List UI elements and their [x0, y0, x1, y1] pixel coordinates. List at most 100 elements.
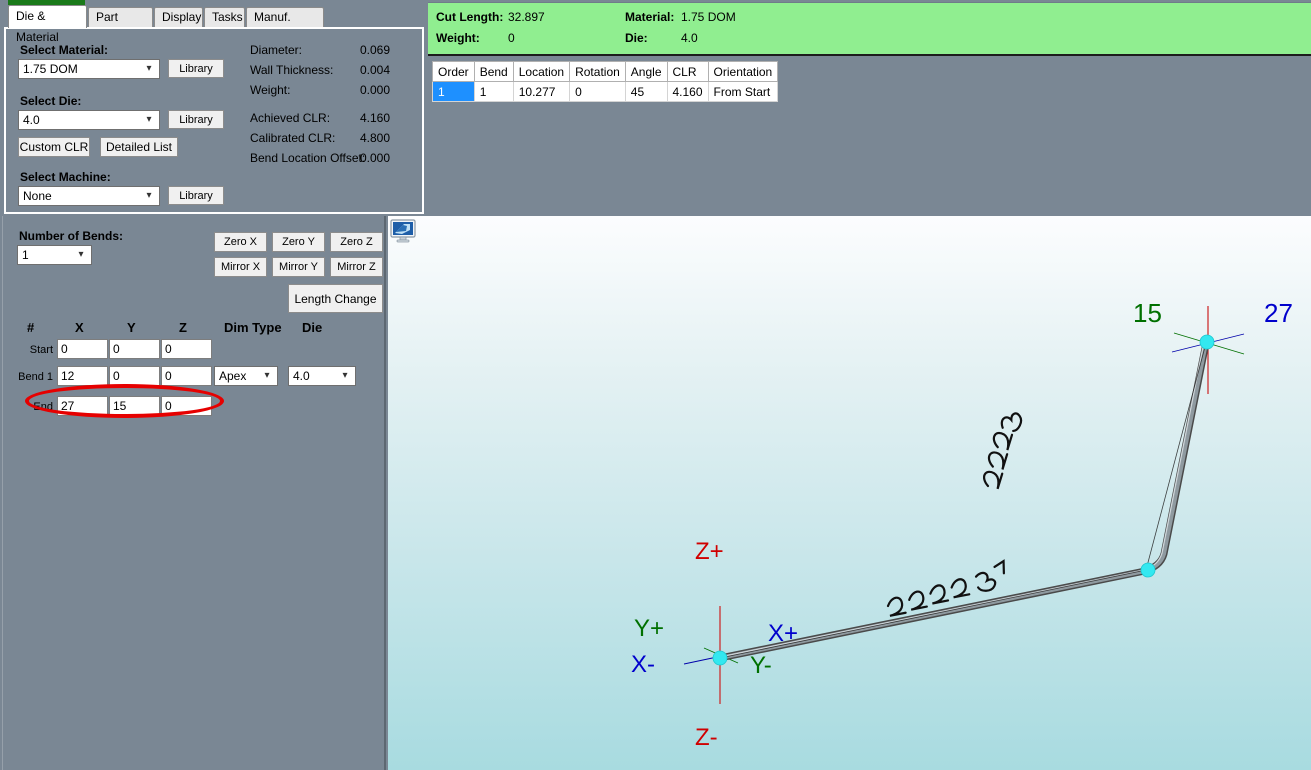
chevron-down-icon: ▾ — [342, 370, 348, 381]
material-select-value: 1.75 DOM — [23, 62, 78, 76]
axis-label-y-plus: Y+ — [634, 615, 665, 642]
zero-y-button[interactable]: Zero Y — [272, 232, 325, 252]
die-summary-label: Die: — [625, 31, 648, 45]
machine-select-value: None — [23, 189, 52, 203]
bend1-x-input[interactable] — [57, 366, 108, 386]
bend-node — [1140, 562, 1156, 578]
cell-location[interactable]: 10.277 — [512, 81, 571, 102]
bend1-dim-type-select[interactable]: Apex ▾ — [214, 366, 278, 386]
header-clr[interactable]: CLR — [666, 61, 709, 82]
cut-length-label: Cut Length: — [436, 10, 504, 24]
end-node — [1199, 334, 1215, 350]
detailed-list-button[interactable]: Detailed List — [100, 137, 178, 157]
table-row[interactable]: 1 1 10.277 0 45 4.160 From Start — [432, 81, 779, 102]
axis-label-z-plus: Z+ — [695, 538, 724, 565]
mirror-z-button[interactable]: Mirror Z — [330, 257, 383, 277]
machine-select[interactable]: None ▾ — [18, 186, 160, 206]
tube-bender-app: Die & Material Part Details Display Task… — [0, 0, 1311, 770]
header-orientation[interactable]: Orientation — [707, 61, 779, 82]
dimension-label-y: 15 — [1133, 298, 1162, 328]
tab-tasks[interactable]: Tasks — [204, 7, 245, 27]
chevron-down-icon: ▾ — [264, 370, 270, 381]
header-bend[interactable]: Bend — [473, 61, 514, 82]
start-y-input[interactable] — [109, 339, 160, 359]
row-label-end: End — [33, 401, 53, 413]
material-select[interactable]: 1.75 DOM ▾ — [18, 59, 160, 79]
chevron-down-icon: ▾ — [146, 63, 152, 74]
tab-display[interactable]: Display — [154, 7, 203, 27]
die-library-button[interactable]: Library — [168, 110, 224, 129]
bend-location-offset-label: Bend Location Offset: — [250, 151, 366, 165]
machine-library-button[interactable]: Library — [168, 186, 224, 205]
axis-label-y-minus: Y- — [750, 652, 772, 679]
start-x-input[interactable] — [57, 339, 108, 359]
header-location[interactable]: Location — [512, 61, 571, 82]
material-summary-label: Material: — [625, 10, 675, 24]
row-label-bend-1: Bend 1 — [18, 371, 53, 383]
zero-z-button[interactable]: Zero Z — [330, 232, 383, 252]
cell-clr[interactable]: 4.160 — [666, 81, 709, 102]
cell-orientation[interactable]: From Start — [707, 81, 779, 102]
material-summary-value: 1.75 DOM — [681, 10, 736, 24]
cell-order[interactable]: 1 — [432, 81, 475, 102]
tab-part-details[interactable]: Part Details — [88, 7, 153, 43]
weight-value: 0.000 — [360, 83, 391, 97]
wall-thickness-value: 0.004 — [360, 63, 391, 77]
bend1-dim-type-value: Apex — [219, 369, 247, 383]
custom-clr-button[interactable]: Custom CLR — [18, 137, 90, 157]
mirror-y-button[interactable]: Mirror Y — [272, 257, 325, 277]
number-of-bends-label: Number of Bends: — [19, 229, 124, 243]
table-header-row: Order Bend Location Rotation Angle CLR O… — [432, 61, 779, 82]
weight-summary-value: 0 — [508, 31, 515, 45]
bend1-die-value: 4.0 — [293, 369, 310, 383]
column-header-index: # — [27, 320, 35, 335]
bend-coordinates-panel: Number of Bends: 1 ▾ Zero X Zero Y Zero … — [2, 216, 386, 770]
start-z-input[interactable] — [161, 339, 212, 359]
number-of-bends-select[interactable]: 1 ▾ — [17, 245, 92, 265]
achieved-clr-label: Achieved CLR: — [250, 111, 331, 125]
row-label-start: Start — [29, 344, 53, 356]
end-z-input[interactable] — [161, 396, 212, 416]
axis-label-x-plus: X+ — [768, 620, 799, 647]
tube-3d-viewport[interactable]: Z+ Z- Y+ Y- X+ X- 15 27 — [388, 216, 1311, 770]
mirror-x-button[interactable]: Mirror X — [214, 257, 267, 277]
die-material-panel: Select Material: 1.75 DOM ▾ Library Sele… — [4, 27, 424, 214]
tube-geometry-svg — [683, 306, 1245, 704]
die-summary-value: 4.0 — [681, 31, 698, 45]
material-library-button[interactable]: Library — [168, 59, 224, 78]
column-header-z: Z — [179, 320, 187, 335]
cell-bend[interactable]: 1 — [473, 81, 514, 102]
bend1-die-select[interactable]: 4.0 ▾ — [288, 366, 356, 386]
end-x-input[interactable] — [57, 396, 108, 416]
tab-manuf-warning[interactable]: Manuf. Warning — [246, 7, 324, 43]
weight-summary-label: Weight: — [436, 31, 480, 45]
tab-die-and-material[interactable]: Die & Material — [8, 5, 87, 44]
column-header-dim-type: Dim Type — [224, 320, 282, 335]
die-select-value: 4.0 — [23, 113, 40, 127]
zero-x-button[interactable]: Zero X — [214, 232, 267, 252]
weight-label: Weight: — [250, 83, 291, 97]
bend1-y-input[interactable] — [109, 366, 160, 386]
header-rotation[interactable]: Rotation — [569, 61, 626, 82]
cell-angle[interactable]: 45 — [624, 81, 668, 102]
select-die-label: Select Die: — [20, 94, 82, 108]
bend-list-table: Order Bend Location Rotation Angle CLR O… — [432, 61, 779, 102]
number-of-bends-value: 1 — [22, 248, 29, 262]
achieved-clr-value: 4.160 — [360, 111, 391, 125]
dimension-label-x: 27 — [1264, 298, 1293, 328]
bend1-z-input[interactable] — [161, 366, 212, 386]
length-change-button[interactable]: Length Change — [288, 284, 383, 313]
start-node — [712, 650, 728, 666]
wall-thickness-label: Wall Thickness: — [250, 63, 334, 77]
header-order[interactable]: Order — [432, 61, 475, 82]
calibrated-clr-value: 4.800 — [360, 131, 391, 145]
diameter-value: 0.069 — [360, 43, 391, 57]
part-summary-bar: Cut Length: 32.897 Weight: 0 Material: 1… — [428, 2, 1311, 56]
diameter-label: Diameter: — [250, 43, 303, 57]
die-select[interactable]: 4.0 ▾ — [18, 110, 160, 130]
cell-rotation[interactable]: 0 — [569, 81, 626, 102]
end-y-input[interactable] — [109, 396, 160, 416]
header-angle[interactable]: Angle — [624, 61, 668, 82]
column-header-y: Y — [127, 320, 136, 335]
bend-location-offset-value: 0.000 — [360, 151, 391, 165]
